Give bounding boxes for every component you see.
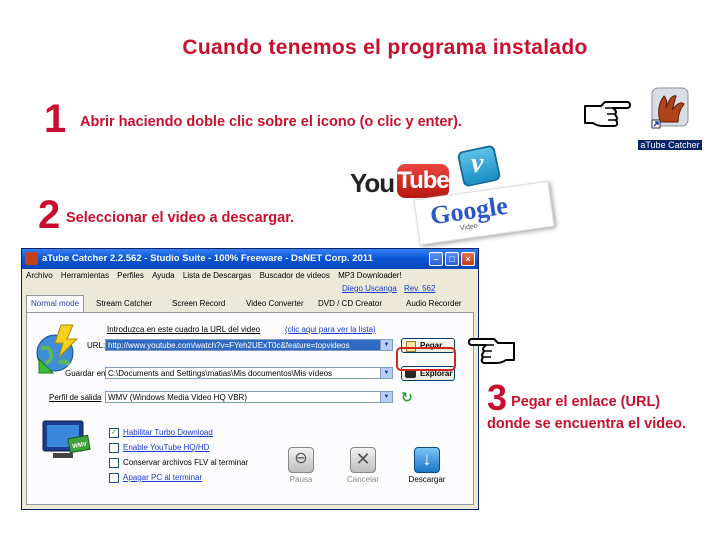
- tab-video-converter[interactable]: Video Converter: [246, 296, 304, 312]
- close-icon[interactable]: ×: [461, 252, 475, 266]
- option-turbo-download[interactable]: ✓ Habilitar Turbo Download: [109, 428, 213, 438]
- option-shutdown[interactable]: Apagar PC al terminar: [109, 473, 202, 483]
- profile-value: WMV (Windows Media Video HQ VBR): [108, 393, 247, 402]
- url-label: URL:: [87, 341, 106, 350]
- chevron-down-icon[interactable]: ▼: [380, 368, 392, 378]
- download-label: Descargar: [408, 475, 446, 484]
- save-path-input[interactable]: C:\Documents and Settings\matias\Mis doc…: [105, 367, 393, 379]
- vimeo-logo: v: [456, 142, 504, 188]
- google-video-logo: Google Video: [413, 180, 555, 246]
- menu-ayuda[interactable]: Ayuda: [152, 271, 175, 280]
- checkbox[interactable]: [109, 473, 119, 483]
- minimize-icon[interactable]: –: [429, 252, 443, 266]
- step1-number: 1: [44, 97, 67, 141]
- option-label: Apagar PC al terminar: [123, 473, 203, 483]
- chevron-down-icon[interactable]: ▼: [380, 392, 392, 402]
- option-label: Habilitar Turbo Download: [123, 428, 213, 438]
- menu-buscador-videos[interactable]: Buscador de videos: [260, 271, 330, 280]
- checkbox[interactable]: [109, 458, 119, 468]
- option-youtube-hq[interactable]: Enable YouTube HQ/HD: [109, 443, 209, 453]
- option-label: Conservar archivos FLV al terminar: [123, 458, 249, 468]
- list-link[interactable]: (clic aqui para ver la lista): [285, 325, 376, 334]
- download-arrow-icon: ↓: [414, 447, 440, 473]
- menu-archivo[interactable]: Archivo: [26, 271, 53, 280]
- atube-catcher-desktop-icon[interactable]: aTube Catcher: [638, 86, 702, 150]
- save-label: Guardar en:: [65, 369, 108, 378]
- option-label: Enable YouTube HQ/HD: [123, 443, 210, 453]
- profile-label[interactable]: Perfil de salida: [49, 393, 101, 402]
- tab-screen-record[interactable]: Screen Record: [172, 296, 225, 312]
- step3-line1: Pegar el enlace (URL): [511, 394, 661, 410]
- url-value: http://www.youtube.com/watch?v=FYeh2UExT…: [108, 341, 350, 350]
- url-hint: Introduzca en este cuadro la URL del vid…: [107, 325, 261, 334]
- tab-stream-catcher[interactable]: Stream Catcher: [96, 296, 152, 312]
- wmv-format-icon: WMV: [42, 420, 91, 458]
- app-icon: [25, 252, 38, 265]
- download-button[interactable]: ↓ Descargar: [405, 445, 449, 488]
- refresh-icon[interactable]: ↻: [401, 389, 413, 406]
- profile-select[interactable]: WMV (Windows Media Video HQ VBR) ▼: [105, 391, 393, 403]
- pause-button[interactable]: ⊖ Pausa: [279, 445, 323, 488]
- tab-normal-mode[interactable]: Normal mode: [26, 295, 85, 313]
- pause-label: Pausa: [289, 475, 313, 484]
- checkbox-checked[interactable]: ✓: [109, 428, 119, 438]
- url-input[interactable]: http://www.youtube.com/watch?v=FYeh2UExT…: [105, 339, 393, 351]
- cancel-label: Cancelar: [346, 475, 379, 484]
- slide-title: Cuando tenemos el programa instalado: [182, 36, 588, 59]
- step1-text: Abrir haciendo doble clic sobre el icono…: [80, 114, 462, 130]
- step2-number: 2: [38, 193, 61, 237]
- author-link[interactable]: Diego Uscanga: [342, 284, 397, 293]
- atube-window: aTube Catcher 2.2.562 - Studio Suite - 1…: [21, 248, 479, 510]
- tab-audio-recorder[interactable]: Audio Recorder: [406, 296, 462, 312]
- window-title: aTube Catcher 2.2.562 - Studio Suite - 1…: [42, 253, 373, 264]
- paste-highlight: [396, 347, 456, 371]
- cancel-icon: ✕: [350, 447, 376, 473]
- step3-line2: donde se encuentra el video.: [487, 416, 687, 432]
- save-path-value: C:\Documents and Settings\matias\Mis doc…: [108, 369, 333, 378]
- pause-icon: ⊖: [288, 447, 314, 473]
- menu-bar: Archivo Herramientas Perfiles Ayuda List…: [22, 269, 478, 282]
- checkbox[interactable]: [109, 443, 119, 453]
- pointing-hand-icon: [468, 338, 515, 364]
- menu-lista-descargas[interactable]: Lista de Descargas: [183, 271, 251, 280]
- normal-mode-panel: Introduzca en este cuadro la URL del vid…: [26, 312, 474, 505]
- step3-number: 3: [487, 377, 508, 418]
- menu-herramientas[interactable]: Herramientas: [61, 271, 109, 280]
- menu-perfiles[interactable]: Perfiles: [117, 271, 144, 280]
- step3-block: 3 Pegar el enlace (URL) donde se encuent…: [487, 380, 717, 435]
- revision-link[interactable]: Rev. 562: [404, 284, 435, 293]
- menu-mp3-downloader[interactable]: MP3 Downloader!: [338, 271, 402, 280]
- pointing-hand-icon: [584, 101, 631, 127]
- maximize-icon[interactable]: □: [445, 252, 459, 266]
- window-titlebar[interactable]: aTube Catcher 2.2.562 - Studio Suite - 1…: [22, 249, 478, 269]
- option-keep-flv[interactable]: Conservar archivos FLV al terminar: [109, 458, 248, 468]
- chevron-down-icon[interactable]: ▼: [380, 340, 392, 350]
- tab-bar: Normal mode Stream Catcher Screen Record…: [26, 295, 474, 313]
- atube-icon-label: aTube Catcher: [638, 140, 702, 150]
- tab-dvd-cd-creator[interactable]: DVD / CD Creator: [318, 296, 382, 312]
- cancel-button[interactable]: ✕ Cancelar: [341, 445, 385, 488]
- step2-text: Seleccionar el video a descargar.: [66, 210, 295, 226]
